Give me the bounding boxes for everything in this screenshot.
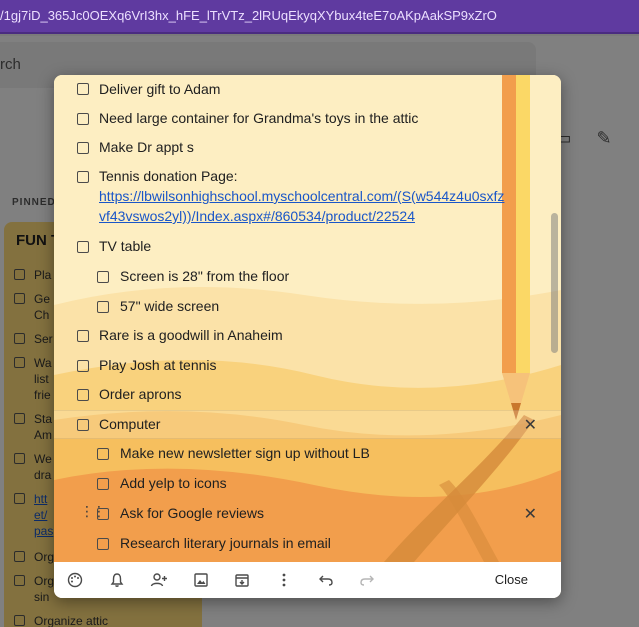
list-item: Play Josh at tennis (54, 355, 561, 377)
checkbox[interactable] (97, 538, 109, 550)
checkbox[interactable] (77, 360, 89, 372)
close-button[interactable]: Close (495, 572, 528, 587)
list-item: Tennis donation Page: https://lbwilsonhi… (54, 166, 561, 228)
list-item: Make new newsletter sign up without LB (54, 443, 561, 465)
list-item: Add yelp to icons (54, 473, 561, 495)
checkbox[interactable] (97, 478, 109, 490)
address-bar[interactable]: /1gj7iD_365Jc0OEXq6VrI3hx_hFE_lTrVTz_2lR… (0, 0, 639, 34)
list-item: Need large container for Grandma's toys … (54, 108, 561, 130)
checkbox[interactable] (97, 301, 109, 313)
list-item: Deliver gift to Adam (54, 78, 561, 100)
reminder-bell-icon[interactable] (107, 570, 127, 590)
list-item: TV table (54, 236, 561, 258)
list-item-text[interactable]: Research literary journals in email (120, 533, 331, 553)
checkbox[interactable] (77, 142, 89, 154)
list-item: Screen is 28" from the floor (54, 266, 561, 288)
list-item-text[interactable]: Need large container for Grandma's toys … (99, 108, 418, 128)
checkbox[interactable] (97, 271, 109, 283)
list-item-text[interactable]: Ask for Google reviews (120, 503, 264, 523)
list-item-text[interactable]: Tennis donation Page: (99, 166, 238, 186)
list-item-text[interactable]: Make Dr appt s (99, 137, 194, 157)
archive-icon[interactable] (232, 570, 252, 590)
list-item-text[interactable]: Add yelp to icons (120, 473, 227, 493)
checkbox[interactable] (77, 419, 89, 431)
checkbox[interactable] (77, 113, 89, 125)
list-item-text[interactable]: TV table (99, 236, 151, 256)
list-item-text[interactable]: Play Josh at tennis (99, 355, 217, 375)
checkbox[interactable] (77, 330, 89, 342)
list-item: Order aprons (54, 384, 561, 406)
delete-item-icon[interactable]: ✕ (524, 504, 537, 524)
list-item: 57" wide screen (54, 296, 561, 318)
note-editor-dialog: Deliver gift to Adam Need large containe… (54, 75, 561, 598)
add-image-icon[interactable] (191, 570, 211, 590)
tennis-donation-link-cont[interactable]: vf43vswos2yl))/Index.aspx#/860534/produc… (99, 208, 415, 224)
list-item-text[interactable]: Screen is 28" from the floor (120, 266, 289, 286)
more-options-icon[interactable] (274, 570, 294, 590)
palette-icon[interactable] (65, 570, 85, 590)
delete-item-icon[interactable]: ✕ (524, 415, 537, 435)
checkbox[interactable] (77, 241, 89, 253)
undo-icon[interactable] (316, 570, 336, 590)
list-item-text[interactable]: Deliver gift to Adam (99, 79, 220, 99)
checkbox[interactable] (77, 171, 89, 183)
tennis-donation-link[interactable]: https://lbwilsonhighschool.myschoolcentr… (99, 188, 504, 204)
checkbox[interactable] (97, 448, 109, 460)
checkbox[interactable] (77, 83, 89, 95)
note-toolbar: Close (54, 562, 561, 598)
list-item-hovered: Computer ✕ (54, 410, 561, 439)
list-item: Make Dr appt s (54, 137, 561, 159)
add-collaborator-icon[interactable] (149, 570, 169, 590)
checkbox[interactable] (97, 508, 109, 520)
list-item: Research literary journals in email (54, 533, 561, 555)
list-item-text[interactable]: Computer (99, 414, 160, 434)
list-item: Rare is a goodwill in Anaheim (54, 325, 561, 347)
list-item-hovered: ⋮⋮ Ask for Google reviews ✕ (54, 503, 561, 525)
list-item-text[interactable]: 57" wide screen (120, 296, 219, 316)
list-item-text[interactable]: Make new newsletter sign up without LB (120, 443, 370, 463)
list-item-text[interactable]: Order aprons (99, 384, 181, 404)
checkbox[interactable] (77, 389, 89, 401)
redo-icon[interactable] (357, 570, 377, 590)
list-item-text[interactable]: Rare is a goodwill in Anaheim (99, 325, 283, 345)
